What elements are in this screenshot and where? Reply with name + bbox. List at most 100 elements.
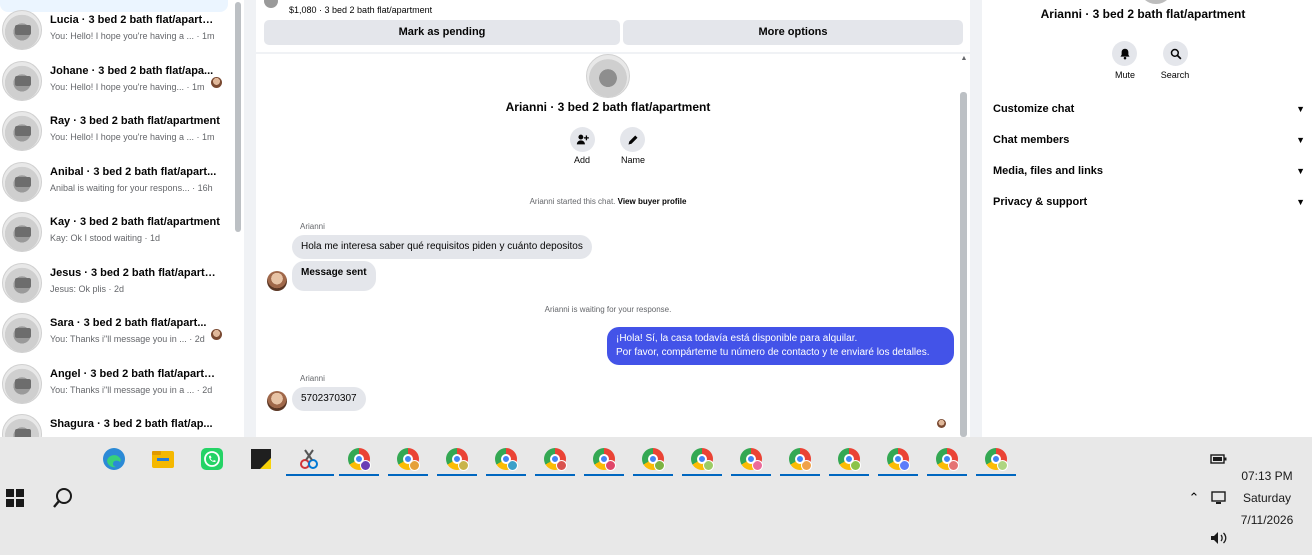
bell-icon xyxy=(1120,48,1129,59)
sender-avatar[interactable] xyxy=(267,271,287,291)
whatsapp-icon[interactable] xyxy=(198,445,226,473)
chrome-profile-icon[interactable] xyxy=(541,445,569,473)
listing-thumbnail xyxy=(2,10,42,50)
chat-thread: Arianni · 3 bed 2 bath flat/apartment Ad… xyxy=(256,54,970,437)
conversation-item[interactable]: Johane · 3 bed 2 bath flat/apa... You: H… xyxy=(0,57,232,107)
chrome-profile-icon[interactable] xyxy=(345,445,373,473)
conversation-title: Johane · 3 bed 2 bath flat/apa... xyxy=(50,65,214,77)
more-options-button[interactable]: More options xyxy=(623,20,963,45)
conversation-title: Lucia · 3 bed 2 bath flat/apartme... xyxy=(50,14,220,26)
incoming-message[interactable]: 5702370307 xyxy=(292,387,366,411)
chrome-profile-icon[interactable] xyxy=(590,445,618,473)
chevron-up-icon[interactable]: ⌃ xyxy=(1180,484,1208,512)
add-person-icon xyxy=(576,134,589,145)
file-explorer-icon[interactable] xyxy=(149,445,177,473)
add-label: Add xyxy=(573,155,590,165)
search-icon xyxy=(1170,48,1181,59)
conversation-item[interactable]: Shagura · 3 bed 2 bath flat/ap... xyxy=(0,410,232,437)
pencil-icon xyxy=(628,135,637,144)
listing-thumbnail xyxy=(264,0,278,8)
listing-thumbnail xyxy=(2,313,42,353)
start-windows-icon[interactable] xyxy=(1,484,29,512)
privacy-support-section[interactable]: Privacy & support ▼ xyxy=(993,192,1305,212)
edit-name-button[interactable] xyxy=(620,127,645,152)
chrome-profile-icon[interactable] xyxy=(394,445,422,473)
chat-members-section[interactable]: Chat members ▼ xyxy=(993,130,1305,150)
volume-icon[interactable] xyxy=(1205,524,1233,552)
mark-as-pending-button[interactable]: Mark as pending xyxy=(264,20,620,45)
sender-avatar[interactable] xyxy=(267,391,287,411)
chrome-profile-icon[interactable] xyxy=(492,445,520,473)
listing-header: $1,080 · 3 bed 2 bath flat/apartment Mar… xyxy=(256,0,970,52)
section-label: Chat members xyxy=(993,134,1070,146)
chevron-down-icon: ▼ xyxy=(1296,197,1305,207)
chrome-profile-icon[interactable] xyxy=(443,445,471,473)
chrome-profile-icon[interactable] xyxy=(737,445,765,473)
add-person-button[interactable] xyxy=(570,127,595,152)
incoming-message[interactable]: Hola me interesa saber qué requisitos pi… xyxy=(292,235,592,259)
open-window-indicator xyxy=(584,474,624,476)
chat-scrollbar[interactable] xyxy=(960,92,967,437)
seen-avatar xyxy=(211,329,222,340)
mute-button[interactable] xyxy=(1112,41,1137,66)
snipping-tool-icon[interactable] xyxy=(295,445,323,473)
conversation-preview: You: Hello! I hope you're having a ... ·… xyxy=(50,132,215,142)
open-window-indicator xyxy=(535,474,575,476)
open-window-indicator xyxy=(486,474,526,476)
search-button[interactable] xyxy=(1163,41,1188,66)
open-window-indicator xyxy=(388,474,428,476)
open-window-indicator xyxy=(633,474,673,476)
chrome-profile-icon[interactable] xyxy=(786,445,814,473)
scroll-up-arrow-icon[interactable]: ▲ xyxy=(959,55,969,65)
customize-chat-section[interactable]: Customize chat ▼ xyxy=(993,99,1305,119)
conversation-preview: You: Thanks i"ll message you in a ... · … xyxy=(50,385,213,395)
chevron-down-icon: ▼ xyxy=(1296,166,1305,176)
listing-summary: $1,080 · 3 bed 2 bath flat/apartment xyxy=(289,5,433,15)
open-window-indicator xyxy=(976,474,1016,476)
chrome-profile-icon[interactable] xyxy=(835,445,863,473)
chat-info-panel: Arianni · 3 bed 2 bath flat/apartment Mu… xyxy=(982,0,1312,437)
outgoing-message[interactable]: ¡Hola! Sí, la casa todavía está disponib… xyxy=(607,327,954,365)
chevron-down-icon: ▼ xyxy=(1296,104,1305,114)
active-app-indicator xyxy=(286,474,334,476)
section-label: Media, files and links xyxy=(993,165,1104,177)
conversation-item[interactable]: Angel · 3 bed 2 bath flat/apartm... You:… xyxy=(0,360,232,410)
waiting-note: Arianni is waiting for your response. xyxy=(544,305,672,314)
conversation-item[interactable]: Jesus · 3 bed 2 bath flat/apartme... Jes… xyxy=(0,259,232,309)
conversation-list-scrollbar[interactable] xyxy=(235,2,241,232)
open-window-indicator xyxy=(829,474,869,476)
conversation-preview: You: Hello! I hope you're having a ... ·… xyxy=(50,31,215,41)
edge-icon[interactable] xyxy=(100,445,128,473)
view-buyer-profile-link[interactable]: View buyer profile xyxy=(618,197,687,206)
conversation-title: Angel · 3 bed 2 bath flat/apartm... xyxy=(50,368,220,380)
conversation-item[interactable]: Anibal · 3 bed 2 bath flat/apart... Anib… xyxy=(0,158,232,208)
open-window-indicator xyxy=(682,474,722,476)
listing-thumbnail xyxy=(2,414,42,437)
seen-avatar xyxy=(937,419,946,428)
clock-date[interactable]: 7/11/2026 xyxy=(1222,513,1312,527)
open-window-indicator xyxy=(731,474,771,476)
chrome-profile-icon[interactable] xyxy=(884,445,912,473)
taskbar: ⌃ 07:13 PM Saturday 7/11/2026 xyxy=(0,437,1312,555)
listing-thumbnail xyxy=(2,61,42,101)
sticky-notes-icon[interactable] xyxy=(247,445,275,473)
open-window-indicator xyxy=(878,474,918,476)
listing-thumbnail xyxy=(2,263,42,303)
name-label: Name xyxy=(620,155,645,165)
conversation-item[interactable]: Lucia · 3 bed 2 bath flat/apartme... You… xyxy=(0,6,232,56)
chrome-profile-icon[interactable] xyxy=(933,445,961,473)
messenger-window: Lucia · 3 bed 2 bath flat/apartme... You… xyxy=(0,0,1312,437)
conversation-item[interactable]: Sara · 3 bed 2 bath flat/apart... You: T… xyxy=(0,309,232,359)
clock-day[interactable]: Saturday xyxy=(1222,491,1312,505)
search-icon[interactable] xyxy=(49,484,77,512)
conversation-item[interactable]: Ray · 3 bed 2 bath flat/apartment You: H… xyxy=(0,107,232,157)
incoming-message[interactable]: Message sent xyxy=(292,261,376,291)
chrome-profile-icon[interactable] xyxy=(639,445,667,473)
clock-time[interactable]: 07:13 PM xyxy=(1222,469,1312,483)
chrome-profile-icon[interactable] xyxy=(688,445,716,473)
chat-started-text: Arianni started this chat. xyxy=(529,197,616,206)
chevron-down-icon: ▼ xyxy=(1296,135,1305,145)
media-files-links-section[interactable]: Media, files and links ▼ xyxy=(993,161,1305,181)
chrome-profile-icon[interactable] xyxy=(982,445,1010,473)
conversation-item[interactable]: Kay · 3 bed 2 bath flat/apartment Kay: O… xyxy=(0,208,232,258)
